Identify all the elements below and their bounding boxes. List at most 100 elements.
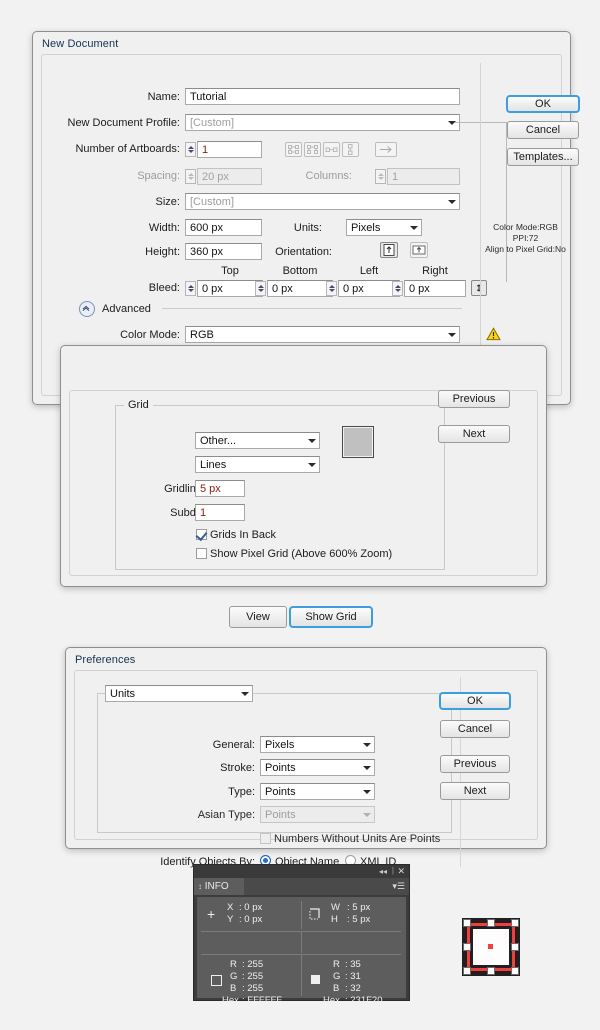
info-stroke-r-label: R xyxy=(333,959,340,970)
info-stroke-r-value: : 35 xyxy=(345,959,361,970)
bounding-box-icon xyxy=(309,908,322,923)
grid-color-swatch[interactable] xyxy=(342,426,374,458)
info-h-label: H xyxy=(331,914,338,925)
general-combo[interactable]: Pixels xyxy=(260,736,375,753)
handle-bottom-right[interactable] xyxy=(511,967,519,975)
dialog-title: New Document xyxy=(42,38,119,50)
warning-triangle-icon xyxy=(486,327,501,344)
name-input[interactable]: Tutorial xyxy=(185,88,460,105)
new-doc-cancel-button[interactable]: Cancel xyxy=(507,121,579,139)
bleed-right-input[interactable]: 0 px xyxy=(404,280,466,297)
bleed-bottom-input[interactable]: 0 px xyxy=(267,280,333,297)
bleed-bottom-stepper[interactable] xyxy=(255,281,266,296)
grid-previous-button[interactable]: Previous xyxy=(438,390,510,408)
info-panel: ◂◂ | ✕ ↕ INFO ▾☰ + X : 0 px Y : 0 px W :… xyxy=(193,864,410,1006)
artboards-label: Number of Artboards: xyxy=(75,143,180,155)
prefs-next-button[interactable]: Next xyxy=(440,782,510,800)
selected-square-with-handles[interactable] xyxy=(462,918,520,976)
bleed-bottom-label: Bottom xyxy=(282,265,318,277)
info-panel-tabrow: ↕ INFO ▾☰ xyxy=(194,878,409,895)
info-h-value: : 5 px xyxy=(347,914,371,925)
artboards-input[interactable]: 1 xyxy=(197,141,262,158)
artboard-grid-rows-icon[interactable] xyxy=(285,142,302,157)
stroke-value: Points xyxy=(265,762,296,774)
orientation-label: Orientation: xyxy=(275,246,332,258)
info-fill-hex-value: : FFFFFF xyxy=(242,995,283,1006)
orientation-landscape-icon[interactable] xyxy=(410,242,428,258)
show-grid-button[interactable]: Show Grid xyxy=(289,606,373,628)
category-combo[interactable]: Units xyxy=(105,685,253,702)
profile-combo[interactable]: [Custom] xyxy=(185,114,460,131)
info-y-value: : 0 px xyxy=(239,914,263,925)
bleed-top-input[interactable]: 0 px xyxy=(197,280,263,297)
panel-menu-icon[interactable]: ▾☰ xyxy=(392,881,405,892)
bleed-left-stepper[interactable] xyxy=(326,281,337,296)
type-combo[interactable]: Points xyxy=(260,783,375,800)
grids-in-back-checkbox[interactable] xyxy=(196,529,207,540)
bleed-left-input[interactable]: 0 px xyxy=(338,280,400,297)
link-bleed-icon[interactable] xyxy=(471,280,487,296)
prefs-ok-button[interactable]: OK xyxy=(439,692,511,710)
color-mode-combo[interactable]: RGB xyxy=(185,326,460,343)
units-value: Pixels xyxy=(351,222,381,234)
artboard-grid-cols-icon[interactable] xyxy=(304,142,321,157)
view-button[interactable]: View xyxy=(229,606,287,628)
handle-middle-left[interactable] xyxy=(463,943,471,951)
chevron-down-icon xyxy=(363,790,371,794)
arrow-right-icon[interactable] xyxy=(375,142,397,157)
topbar-separator: | xyxy=(391,866,394,875)
show-pixel-grid-checkbox[interactable] xyxy=(196,548,207,559)
bleed-right-label: Right xyxy=(422,265,448,277)
stroke-swatch-icon xyxy=(311,975,320,984)
prefs-cancel-button[interactable]: Cancel xyxy=(440,720,510,738)
size-combo[interactable]: [Custom] xyxy=(185,193,460,210)
summary-line-3: Align to Pixel Grid:No xyxy=(485,244,566,254)
type-label: Type: xyxy=(228,786,255,798)
info-fill-hex-label: Hex xyxy=(222,995,239,1006)
gridline-every-input[interactable]: 5 px xyxy=(195,480,245,497)
chevron-up-circle-icon[interactable] xyxy=(79,301,95,317)
grid-preferences-dialog: Grid Color: Other... Style: Lines Gridli… xyxy=(60,345,547,587)
prefs-previous-button[interactable]: Previous xyxy=(440,755,510,773)
grid-color-combo[interactable]: Other... xyxy=(195,432,320,449)
artboard-col-icon[interactable] xyxy=(342,142,359,157)
name-label: Name: xyxy=(147,91,180,103)
handle-top-center[interactable] xyxy=(487,919,495,927)
chevron-down-icon xyxy=(308,463,316,467)
bleed-label: Bleed: xyxy=(148,282,180,294)
crosshair-icon: + xyxy=(207,906,216,922)
bleed-top-stepper[interactable] xyxy=(185,281,196,296)
size-value: [Custom] xyxy=(190,196,235,208)
info-stroke-b-label: B xyxy=(333,983,340,994)
info-stroke-hex-label: Hex xyxy=(323,995,340,1006)
grid-next-button[interactable]: Next xyxy=(438,425,510,443)
artboards-stepper[interactable] xyxy=(185,142,196,157)
asian-type-value: Points xyxy=(265,809,296,821)
handle-bottom-center[interactable] xyxy=(487,967,495,975)
chevron-down-icon xyxy=(410,226,418,230)
units-combo[interactable]: Pixels xyxy=(346,219,422,236)
bleed-left-label: Left xyxy=(359,265,379,277)
handle-bottom-left[interactable] xyxy=(463,967,471,975)
columns-stepper xyxy=(375,169,386,184)
new-doc-templates-button[interactable]: Templates... xyxy=(507,148,579,166)
collapse-double-arrow-icon[interactable]: ◂◂ xyxy=(379,867,387,876)
info-stroke-g-label: G xyxy=(333,971,341,982)
handle-middle-right[interactable] xyxy=(511,943,519,951)
info-sep-v-top xyxy=(301,901,302,929)
handle-top-right[interactable] xyxy=(511,919,519,927)
orientation-portrait-icon[interactable] xyxy=(380,242,398,258)
subdivisions-input[interactable]: 1 xyxy=(195,504,245,521)
new-doc-ok-button[interactable]: OK xyxy=(506,95,580,113)
handle-top-left[interactable] xyxy=(463,919,471,927)
width-label: Width: xyxy=(148,222,180,234)
tab-info[interactable]: ↕ INFO xyxy=(194,878,244,895)
height-input[interactable]: 360 px xyxy=(185,243,262,260)
bleed-right-stepper[interactable] xyxy=(392,281,403,296)
width-input[interactable]: 600 px xyxy=(185,219,262,236)
artboard-row-icon[interactable] xyxy=(323,142,340,157)
close-icon[interactable]: ✕ xyxy=(397,866,405,877)
grid-style-combo[interactable]: Lines xyxy=(195,456,320,473)
numbers-without-units-checkbox[interactable] xyxy=(260,833,271,844)
stroke-combo[interactable]: Points xyxy=(260,759,375,776)
